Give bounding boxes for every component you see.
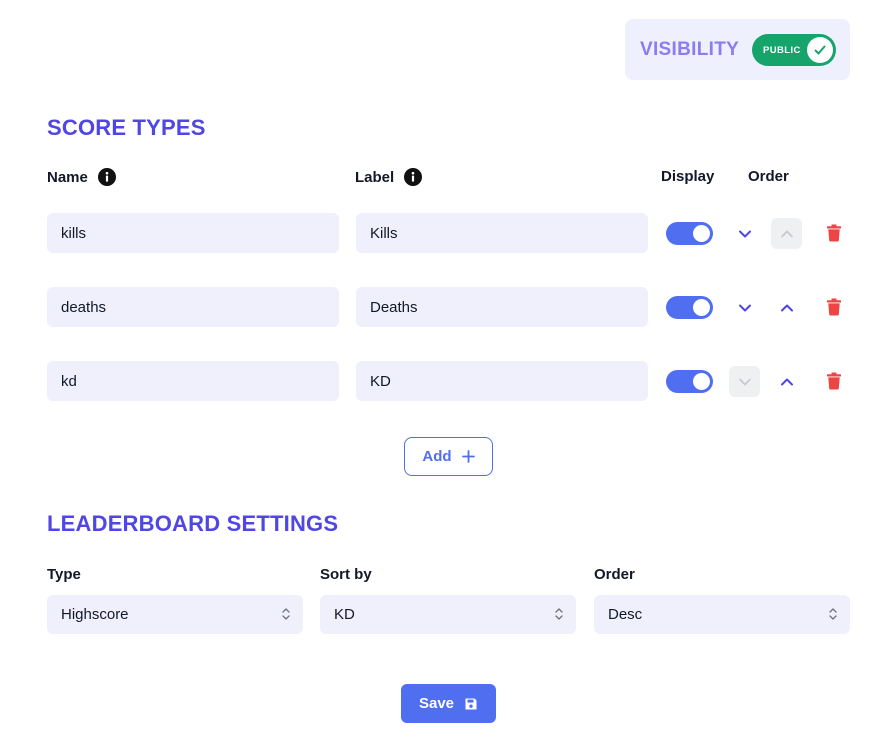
info-icon[interactable]	[97, 168, 116, 186]
score-label-input[interactable]	[356, 287, 648, 327]
move-up-button[interactable]	[771, 218, 802, 249]
score-name-input[interactable]	[47, 361, 339, 401]
name-column-header: Name	[47, 168, 116, 186]
move-up-button[interactable]	[771, 366, 802, 397]
order-select-value: Desc	[608, 606, 643, 623]
chevron-up-icon	[780, 230, 793, 237]
score-types-title: SCORE TYPES	[47, 115, 206, 140]
label-column-header: Label	[355, 168, 423, 186]
move-down-button[interactable]	[729, 218, 760, 249]
add-score-type-button[interactable]: Add	[404, 437, 493, 476]
chevron-up-icon	[780, 304, 793, 311]
chevron-down-icon	[738, 230, 751, 237]
display-column-header: Display	[661, 168, 715, 185]
type-select[interactable]: Highscore	[47, 595, 303, 634]
move-down-button[interactable]	[729, 366, 760, 397]
toggle-knob	[693, 299, 710, 316]
label-header-label: Label	[355, 168, 395, 186]
type-label: Type	[47, 566, 81, 583]
order-select[interactable]: Desc	[594, 595, 850, 634]
add-button-label: Add	[422, 448, 452, 465]
save-button-label: Save	[418, 695, 455, 712]
visibility-panel: VISIBILITY PUBLIC	[625, 19, 850, 80]
order-column-header: Order	[748, 168, 789, 185]
score-name-input[interactable]	[47, 287, 339, 327]
chevron-down-icon	[738, 378, 751, 385]
display-toggle[interactable]	[666, 296, 713, 319]
move-up-button[interactable]	[771, 292, 802, 323]
order-label: Order	[594, 566, 635, 583]
score-label-input[interactable]	[356, 213, 648, 253]
chevron-up-down-icon	[829, 608, 837, 620]
leaderboard-settings-title: LEADERBOARD SETTINGS	[47, 511, 339, 536]
check-icon	[807, 37, 833, 63]
move-down-button[interactable]	[729, 292, 760, 323]
chevron-down-icon	[738, 304, 751, 311]
sort-by-select-value: KD	[334, 606, 355, 623]
chevron-up-icon	[780, 378, 793, 385]
sort-by-select[interactable]: KD	[320, 595, 576, 634]
toggle-knob	[693, 373, 710, 390]
trash-icon	[827, 372, 841, 390]
visibility-toggle[interactable]: PUBLIC	[752, 34, 836, 66]
score-type-row	[0, 361, 878, 401]
display-toggle[interactable]	[666, 370, 713, 393]
delete-button[interactable]	[824, 297, 844, 317]
plus-icon	[461, 450, 475, 463]
info-icon[interactable]	[404, 168, 423, 186]
score-name-input[interactable]	[47, 213, 339, 253]
trash-icon	[827, 298, 841, 316]
display-toggle[interactable]	[666, 222, 713, 245]
save-icon	[465, 698, 477, 709]
save-button[interactable]: Save	[401, 684, 496, 723]
chevron-up-down-icon	[282, 608, 290, 620]
toggle-knob	[693, 225, 710, 242]
delete-button[interactable]	[824, 371, 844, 391]
score-type-row	[0, 287, 878, 327]
visibility-state: PUBLIC	[763, 44, 801, 56]
type-select-value: Highscore	[61, 606, 129, 623]
score-type-row	[0, 213, 878, 253]
trash-icon	[827, 224, 841, 242]
sort-by-label: Sort by	[320, 566, 372, 583]
score-label-input[interactable]	[356, 361, 648, 401]
name-header-label: Name	[47, 168, 88, 186]
delete-button[interactable]	[824, 223, 844, 243]
chevron-up-down-icon	[555, 608, 563, 620]
visibility-label: VISIBILITY	[640, 38, 740, 60]
